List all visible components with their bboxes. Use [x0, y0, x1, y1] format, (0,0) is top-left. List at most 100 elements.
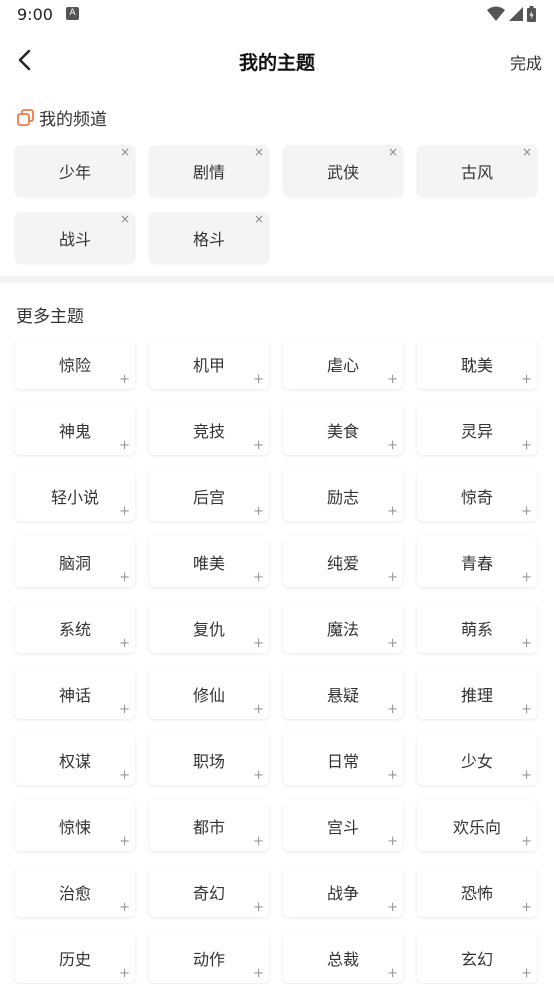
close-icon[interactable]: × [120, 146, 130, 158]
topic-chip[interactable]: 励志 + [283, 470, 403, 521]
close-icon[interactable]: × [388, 146, 398, 158]
plus-icon[interactable]: + [387, 505, 398, 518]
topic-chip[interactable]: 灵异 + [417, 404, 537, 455]
close-icon[interactable]: × [120, 213, 130, 225]
plus-icon[interactable]: + [119, 637, 130, 650]
topic-chip[interactable]: 欢乐向 + [417, 800, 537, 851]
topic-chip[interactable]: 奇幻 + [149, 866, 269, 917]
topic-chip[interactable]: 系统 + [15, 602, 135, 653]
topic-chip[interactable]: 推理 + [417, 668, 537, 719]
close-icon[interactable]: × [522, 146, 532, 158]
plus-icon[interactable]: + [387, 703, 398, 716]
topic-chip[interactable]: 恐怖 + [417, 866, 537, 917]
plus-icon[interactable]: + [521, 901, 532, 914]
plus-icon[interactable]: + [119, 571, 130, 584]
topic-chip[interactable]: 少女 + [417, 734, 537, 785]
topic-chip[interactable]: 神话 + [15, 668, 135, 719]
plus-icon[interactable]: + [387, 901, 398, 914]
topic-chip[interactable]: 纯爱 + [283, 536, 403, 587]
plus-icon[interactable]: + [253, 835, 264, 848]
topic-chip[interactable]: 复仇 + [149, 602, 269, 653]
plus-icon[interactable]: + [119, 505, 130, 518]
plus-icon[interactable]: + [521, 373, 532, 386]
topic-chip[interactable]: 耽美 + [417, 338, 537, 389]
topic-chip[interactable]: 萌系 + [417, 602, 537, 653]
plus-icon[interactable]: + [387, 439, 398, 452]
plus-icon[interactable]: + [119, 439, 130, 452]
chip-label: 励志 [326, 487, 359, 507]
plus-icon[interactable]: + [521, 835, 532, 848]
close-icon[interactable]: × [254, 146, 264, 158]
chip-label: 剧情 [192, 162, 225, 182]
chip-label: 武侠 [326, 162, 359, 182]
plus-icon[interactable]: + [119, 835, 130, 848]
plus-icon[interactable]: + [253, 571, 264, 584]
plus-icon[interactable]: + [521, 637, 532, 650]
plus-icon[interactable]: + [119, 967, 130, 980]
topic-chip[interactable]: 轻小说 + [15, 470, 135, 521]
plus-icon[interactable]: + [387, 373, 398, 386]
my-channel-chip[interactable]: 武侠 × [283, 145, 403, 196]
plus-icon[interactable]: + [387, 769, 398, 782]
plus-icon[interactable]: + [119, 901, 130, 914]
plus-icon[interactable]: + [253, 439, 264, 452]
plus-icon[interactable]: + [253, 967, 264, 980]
plus-icon[interactable]: + [253, 373, 264, 386]
chip-label: 总裁 [326, 949, 359, 969]
plus-icon[interactable]: + [521, 505, 532, 518]
topic-chip[interactable]: 虐心 + [283, 338, 403, 389]
topic-chip[interactable]: 脑洞 + [15, 536, 135, 587]
topic-chip[interactable]: 动作 + [149, 932, 269, 983]
topic-chip[interactable]: 竞技 + [149, 404, 269, 455]
plus-icon[interactable]: + [521, 769, 532, 782]
topic-chip[interactable]: 唯美 + [149, 536, 269, 587]
topic-chip[interactable]: 后宫 + [149, 470, 269, 521]
plus-icon[interactable]: + [119, 769, 130, 782]
plus-icon[interactable]: + [387, 835, 398, 848]
chip-label: 美食 [326, 421, 359, 441]
done-button[interactable]: 完成 [510, 50, 542, 74]
my-channel-chip[interactable]: 剧情 × [149, 145, 269, 196]
plus-icon[interactable]: + [119, 373, 130, 386]
plus-icon[interactable]: + [253, 769, 264, 782]
topic-chip[interactable]: 玄幻 + [417, 932, 537, 983]
topic-chip[interactable]: 惊险 + [15, 338, 135, 389]
my-channel-chip[interactable]: 格斗 × [149, 212, 269, 263]
topic-chip[interactable]: 都市 + [149, 800, 269, 851]
plus-icon[interactable]: + [119, 703, 130, 716]
topic-chip[interactable]: 治愈 + [15, 866, 135, 917]
topic-chip[interactable]: 悬疑 + [283, 668, 403, 719]
topic-chip[interactable]: 惊奇 + [417, 470, 537, 521]
topic-chip[interactable]: 日常 + [283, 734, 403, 785]
plus-icon[interactable]: + [521, 703, 532, 716]
topic-chip[interactable]: 青春 + [417, 536, 537, 587]
my-channels-title: 我的频道 [39, 110, 107, 130]
topic-chip[interactable]: 职场 + [149, 734, 269, 785]
my-channel-chip[interactable]: 少年 × [15, 145, 135, 196]
topic-chip[interactable]: 美食 + [283, 404, 403, 455]
plus-icon[interactable]: + [387, 571, 398, 584]
plus-icon[interactable]: + [521, 967, 532, 980]
plus-icon[interactable]: + [253, 901, 264, 914]
topic-chip[interactable]: 修仙 + [149, 668, 269, 719]
plus-icon[interactable]: + [521, 571, 532, 584]
topic-chip[interactable]: 历史 + [15, 932, 135, 983]
close-icon[interactable]: × [254, 213, 264, 225]
topic-chip[interactable]: 机甲 + [149, 338, 269, 389]
topic-chip[interactable]: 战争 + [283, 866, 403, 917]
my-channel-chip[interactable]: 古风 × [417, 145, 537, 196]
plus-icon[interactable]: + [387, 637, 398, 650]
plus-icon[interactable]: + [253, 505, 264, 518]
topic-chip[interactable]: 宫斗 + [283, 800, 403, 851]
plus-icon[interactable]: + [253, 703, 264, 716]
topic-chip[interactable]: 魔法 + [283, 602, 403, 653]
plus-icon[interactable]: + [521, 439, 532, 452]
my-channel-chip[interactable]: 战斗 × [15, 212, 135, 263]
topic-chip[interactable]: 总裁 + [283, 932, 403, 983]
topic-chip[interactable]: 神鬼 + [15, 404, 135, 455]
topic-chip[interactable]: 惊悚 + [15, 800, 135, 851]
topic-chip[interactable]: 权谋 + [15, 734, 135, 785]
plus-icon[interactable]: + [387, 967, 398, 980]
chip-label: 修仙 [192, 685, 225, 705]
plus-icon[interactable]: + [253, 637, 264, 650]
